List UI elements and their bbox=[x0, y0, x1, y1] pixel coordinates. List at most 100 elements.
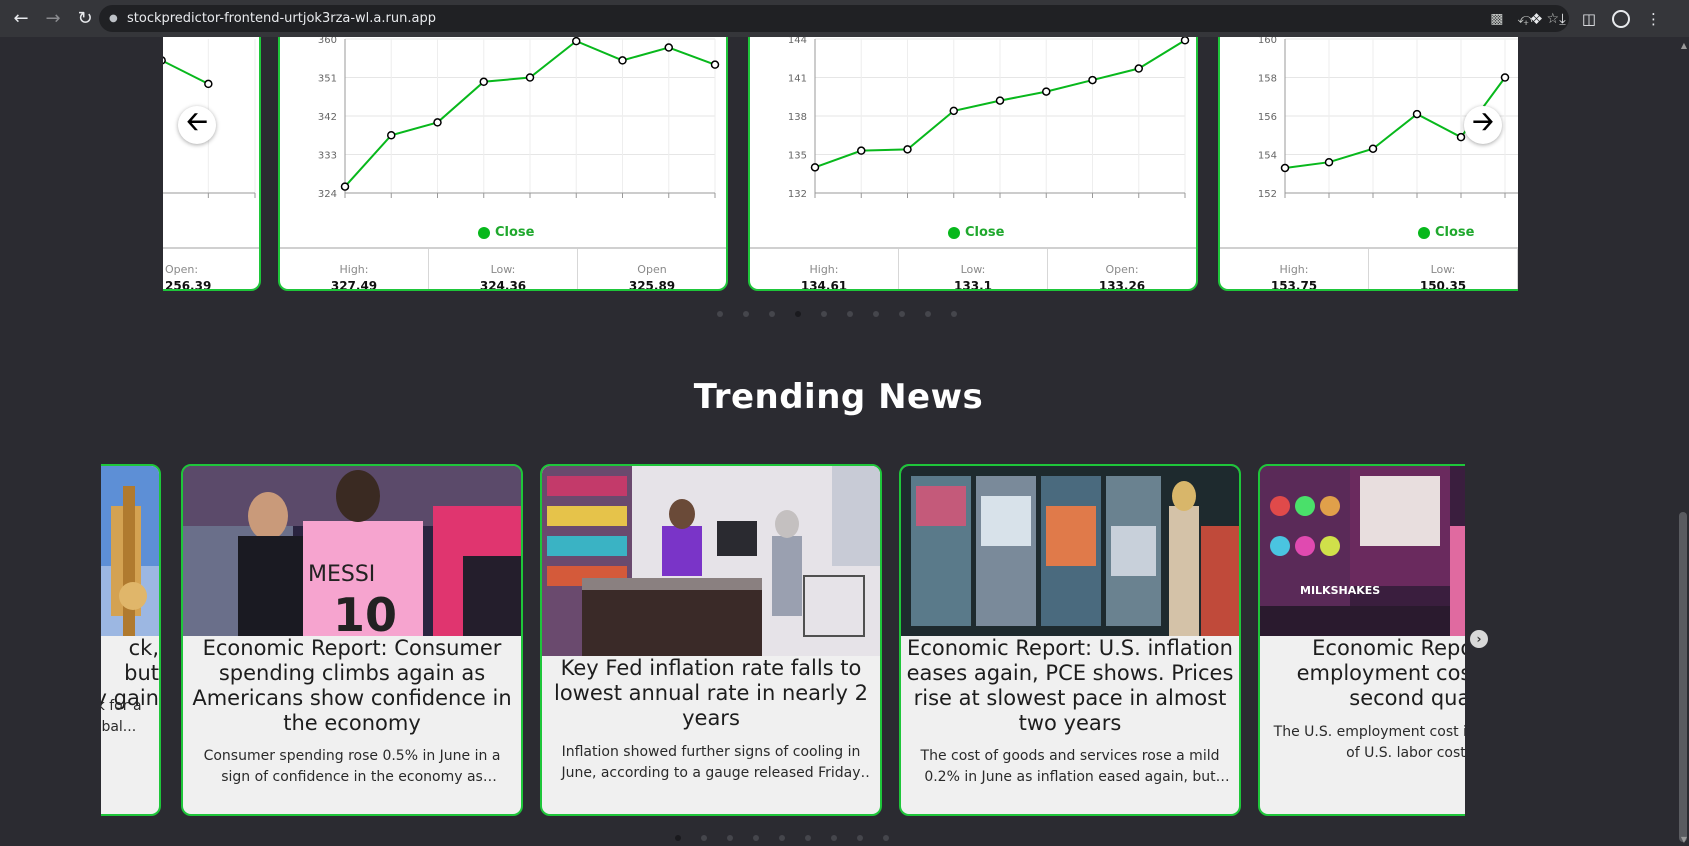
pagination-dot[interactable] bbox=[831, 835, 837, 841]
section-title: Trending News bbox=[693, 377, 984, 417]
stat-label: High: bbox=[339, 263, 369, 276]
y-tick-label: 132 bbox=[788, 189, 807, 200]
data-point bbox=[1134, 64, 1143, 73]
data-point bbox=[525, 73, 535, 82]
y-tick-label: 135 bbox=[788, 151, 807, 162]
download-icon[interactable]: ⤓ bbox=[1559, 10, 1566, 28]
news-next-button[interactable]: › bbox=[1470, 630, 1488, 648]
pagination-dot[interactable] bbox=[795, 311, 801, 317]
pagination-dot[interactable] bbox=[883, 835, 889, 841]
pagination-dot[interactable] bbox=[951, 311, 957, 317]
series-line bbox=[163, 59, 209, 85]
news-image: MILKSHAKES bbox=[1260, 466, 1465, 636]
pagination-dot[interactable] bbox=[857, 835, 863, 841]
stat-high: High: 153.75 bbox=[1220, 249, 1369, 291]
y-tick-label: 158 bbox=[1258, 74, 1277, 85]
scrollbar-thumb[interactable] bbox=[1679, 512, 1687, 842]
news-description: Inflation showed further signs of coolin… bbox=[561, 744, 861, 781]
pagination-dot[interactable] bbox=[769, 311, 775, 317]
side-panel-icon[interactable]: ◫ bbox=[1582, 10, 1596, 28]
arrow-right-icon: 🡢 bbox=[1472, 107, 1494, 137]
stock-stats: High: 153.75 Low: 150.35 bbox=[1220, 247, 1518, 291]
stock-line-chart: 360 351 342 333 324 bbox=[318, 37, 720, 200]
pagination-dot[interactable] bbox=[873, 311, 879, 317]
stock-card: 144 141 138 135 132 Close High: 134.61 Low: … bbox=[748, 37, 1198, 291]
scroll-down-icon[interactable]: ▼ bbox=[1681, 835, 1687, 844]
stat-open: Open: 133.26 bbox=[1048, 249, 1196, 289]
forward-icon[interactable]: → bbox=[40, 6, 66, 32]
legend-dot-icon bbox=[478, 226, 490, 239]
stat-value: 324.36 bbox=[479, 279, 527, 291]
y-tick-label: 154 bbox=[1258, 151, 1277, 162]
carousel-next-button[interactable]: 🡢 bbox=[1464, 106, 1502, 144]
data-point bbox=[433, 118, 442, 127]
page-scrollbar[interactable]: ▲ ▼ bbox=[1677, 37, 1689, 846]
pagination-dot[interactable] bbox=[717, 311, 723, 317]
legend-dot-icon bbox=[1418, 226, 1430, 239]
news-card[interactable]: MILKSHAKES Economic Report: U.S. employm… bbox=[1258, 464, 1465, 816]
news-desc-line: ck for a bbox=[101, 698, 142, 714]
data-point bbox=[1456, 132, 1466, 142]
address-bar[interactable]: ● stockpredictor-frontend-urtjok3rza-wl.… bbox=[99, 5, 1569, 32]
news-card[interactable]: Economic Report: U.S. inflation eases ag… bbox=[899, 464, 1241, 816]
legend-label: Close bbox=[1435, 225, 1475, 240]
data-point bbox=[810, 163, 820, 172]
data-point bbox=[1412, 109, 1422, 119]
news-card[interactable]: ck, but y gain ck for a lobal... bbox=[101, 464, 161, 816]
pagination-dot[interactable] bbox=[805, 835, 811, 841]
menu-kebab-icon[interactable]: ⋮ bbox=[1646, 10, 1661, 28]
stock-stats: High: 134.61 Low: 133.1 Open: 133.26 bbox=[750, 247, 1196, 291]
scroll-up-icon[interactable]: ▲ bbox=[1681, 41, 1687, 50]
news-description: The U.S. employment cost index, a measur… bbox=[1273, 724, 1465, 761]
data-point bbox=[995, 96, 1005, 105]
news-title: Economic Report: U.S. inflation eases ag… bbox=[906, 636, 1234, 735]
url-text[interactable]: stockpredictor-frontend-urtjok3rza-wl.a.… bbox=[127, 11, 436, 26]
data-point bbox=[618, 56, 627, 65]
pagination-dot[interactable] bbox=[779, 835, 785, 841]
data-point bbox=[1280, 163, 1290, 173]
pagination-dot[interactable] bbox=[753, 835, 759, 841]
pagination-dot[interactable] bbox=[899, 311, 905, 317]
pagination-dot[interactable] bbox=[925, 311, 931, 317]
stat-open: Open: 256.39 bbox=[163, 249, 259, 291]
pagination-dot[interactable] bbox=[847, 311, 853, 317]
stat-value: 150.35 bbox=[1419, 279, 1467, 291]
data-point bbox=[1088, 75, 1097, 85]
news-description: ck for a lobal... bbox=[101, 696, 149, 738]
news-carousel: ck, but y gain ck for a lobal... MESSI 1… bbox=[101, 464, 1465, 818]
stock-line-chart: 144 141 138 135 132 bbox=[788, 37, 1190, 200]
reload-icon[interactable]: ↻ bbox=[72, 6, 98, 32]
stat-low: Low: 324.36 bbox=[429, 249, 578, 291]
stock-card: 160 158 156 154 152 Close High: 153.75 Low: … bbox=[1218, 37, 1518, 291]
y-tick-label: 152 bbox=[1258, 189, 1277, 200]
stat-value: 134.61 bbox=[800, 279, 848, 291]
y-tick-label: 360 bbox=[318, 37, 337, 46]
y-tick-label: 351 bbox=[318, 74, 337, 85]
stat-value: 327.49 bbox=[330, 279, 378, 291]
data-point bbox=[903, 145, 912, 154]
legend-dot-icon bbox=[948, 226, 960, 239]
pagination-dot[interactable] bbox=[675, 835, 681, 841]
data-point bbox=[572, 37, 581, 46]
pagination-dot[interactable] bbox=[743, 311, 749, 317]
pagination-dot[interactable] bbox=[727, 835, 733, 841]
svg-text:MESSI: MESSI bbox=[308, 562, 375, 587]
news-card[interactable]: Key Fed inflation rate falls to lowest a… bbox=[540, 464, 882, 816]
back-icon[interactable]: ← bbox=[8, 6, 34, 32]
news-card[interactable]: MESSI 10 Economic Report: Consumer spend… bbox=[181, 464, 523, 816]
stat-value: 133.1 bbox=[954, 279, 992, 291]
extensions-icon[interactable]: ❖ bbox=[1530, 10, 1543, 28]
stat-value: 153.75 bbox=[1270, 279, 1318, 291]
carousel-prev-button[interactable]: 🡠 bbox=[178, 106, 216, 144]
data-point bbox=[1324, 157, 1334, 167]
pagination-dot[interactable] bbox=[701, 835, 707, 841]
stat-value: 256.39 bbox=[165, 279, 212, 291]
install-icon[interactable]: ▩ bbox=[1490, 11, 1503, 27]
stock-card: Open: 256.39 bbox=[163, 37, 261, 291]
pagination-dot[interactable] bbox=[821, 311, 827, 317]
lock-icon: ● bbox=[109, 12, 118, 24]
y-tick-label: 160 bbox=[1258, 37, 1277, 46]
profile-avatar-icon[interactable] bbox=[1612, 9, 1630, 28]
news-carousel-pagination bbox=[675, 835, 889, 841]
chart-legend: Close bbox=[478, 225, 534, 240]
